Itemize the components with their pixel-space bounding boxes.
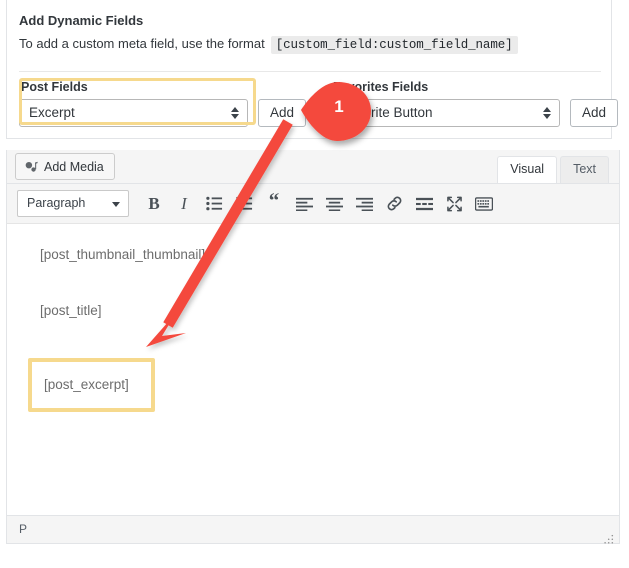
editor-content-area[interactable]: [post_thumbnail_thumbnail] [post_title] … [6, 224, 620, 515]
toolbar-toggle-icon[interactable] [470, 190, 498, 218]
blockquote-icon[interactable]: “ [260, 186, 288, 221]
favorites-fields-selected-value: Favorite Button [341, 105, 433, 120]
post-fields-select[interactable]: Excerpt [19, 99, 248, 127]
editor-mode-tabs: Visual Text [494, 156, 609, 183]
tab-text[interactable]: Text [560, 156, 609, 183]
editor-status-bar: P [6, 515, 620, 544]
resize-handle-icon[interactable] [603, 528, 614, 539]
tab-visual[interactable]: Visual [497, 156, 557, 183]
post-fields-add-button[interactable]: Add [258, 99, 306, 127]
editor-media-row: Add Media Visual Text [6, 150, 620, 183]
screenshot-root: Add Dynamic Fields To add a custom meta … [0, 0, 629, 568]
post-fields-row: Excerpt Add [19, 99, 306, 127]
add-dynamic-fields-panel: Add Dynamic Fields To add a custom meta … [6, 0, 612, 139]
post-excerpt-highlight-box: [post_excerpt] [28, 358, 155, 412]
align-right-icon[interactable] [350, 190, 378, 218]
panel-description: To add a custom meta field, use the form… [19, 34, 599, 55]
favorites-fields-select[interactable]: Favorite Button [331, 99, 560, 127]
post-editor: Add Media Visual Text Paragraph B I [6, 150, 620, 548]
custom-field-code-example: [custom_field:custom_field_name] [271, 36, 518, 54]
content-line-thumbnail: [post_thumbnail_thumbnail] [40, 246, 619, 264]
format-select[interactable]: Paragraph [17, 190, 129, 217]
step-marker-1-label: 1 [324, 97, 354, 117]
panel-title: Add Dynamic Fields [19, 12, 599, 30]
content-line-title: [post_title] [40, 302, 619, 320]
favorites-fields-row: Favorite Button Add [331, 99, 618, 127]
align-left-icon[interactable] [290, 190, 318, 218]
favorites-fields-add-button[interactable]: Add [570, 99, 618, 127]
content-line-excerpt: [post_excerpt] [44, 376, 129, 394]
favorites-fields-group: Favorites Fields Favorite Button Add [331, 80, 618, 127]
panel-body: Add Dynamic Fields To add a custom meta … [7, 0, 611, 55]
numbered-list-icon[interactable] [230, 190, 258, 218]
add-media-button[interactable]: Add Media [15, 153, 115, 180]
align-center-icon[interactable] [320, 190, 348, 218]
fullscreen-icon[interactable] [440, 190, 468, 218]
bold-icon[interactable]: B [140, 190, 168, 218]
select-spinner-icon [542, 105, 551, 121]
panel-description-text: To add a custom meta field, use the form… [19, 36, 265, 51]
post-fields-group: Post Fields Excerpt Add [19, 80, 306, 127]
add-media-label: Add Media [44, 160, 104, 174]
element-path: P [19, 522, 27, 536]
add-media-icon [24, 160, 38, 174]
italic-icon[interactable]: I [170, 190, 198, 218]
panel-divider [19, 71, 601, 72]
select-spinner-icon [230, 105, 239, 121]
editor-toolbar: Paragraph B I [6, 183, 620, 224]
format-select-value: Paragraph [27, 196, 85, 210]
post-fields-selected-value: Excerpt [29, 105, 75, 120]
bulleted-list-icon[interactable] [200, 190, 228, 218]
favorites-fields-label: Favorites Fields [333, 80, 618, 95]
read-more-icon[interactable] [410, 190, 438, 218]
post-fields-label: Post Fields [21, 80, 306, 95]
insert-link-icon[interactable] [380, 190, 408, 218]
chevron-down-icon [112, 202, 120, 207]
